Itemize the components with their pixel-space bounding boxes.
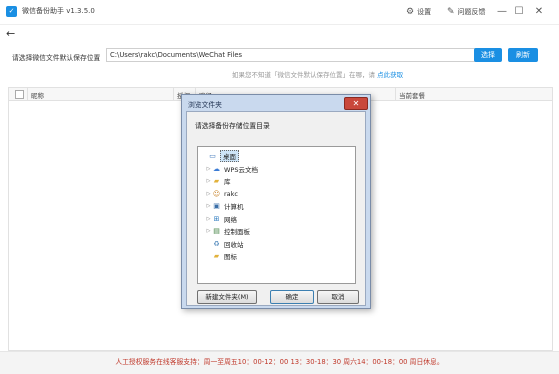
tree-item[interactable]: ▭ 桌面 [201,150,239,163]
hint-row: 如果您不知道「微信文件默认保存位置」在哪，请 点此获取 [232,69,403,79]
settings-label: 设置 [417,8,432,16]
close-button[interactable]: ✕ [531,4,547,20]
expand-arrow-icon[interactable]: ▷ [205,191,212,197]
app-title: 微信备份助手 v1.3.5.0 [22,7,95,15]
tree-item[interactable]: ▷ ▤ 控制面板 [205,225,250,238]
tree-item-label: 回收站 [224,240,244,249]
expand-arrow-icon[interactable]: ▷ [205,216,212,222]
tree-item[interactable]: ▷ ☁ WPS云文档 [205,163,258,176]
user-folder-icon: ☺ [212,189,221,198]
back-arrow-icon[interactable]: ← [6,27,15,40]
column-divider [395,88,396,100]
get-path-link[interactable]: 点此获取 [377,71,403,79]
ok-button[interactable]: 确定 [270,290,314,304]
column-divider [173,88,174,100]
choose-button[interactable]: 选择 [474,48,502,62]
feedback-button[interactable]: ✎ 问题反馈 [447,6,486,18]
control-panel-icon: ▤ [213,227,220,236]
gear-icon: ⚙ [406,7,415,17]
tree-item-label: rakc [224,189,238,198]
new-folder-button[interactable]: 新建文件夹(M) [197,290,257,304]
tree-item-label: 库 [224,178,231,187]
hint-text: 如果您不知道「微信文件默认保存位置」在哪，请 [232,71,375,79]
tree-item[interactable]: ▷ ▣ 计算机 [205,200,244,213]
recycle-bin-icon: ♻ [213,239,220,248]
tree-item[interactable]: ▷ ▰ 库 [205,175,231,188]
folder-icon: ▰ [213,252,220,261]
column-nickname[interactable]: 昵称 [31,90,44,100]
tree-item[interactable]: ▷ ☺ rakc [205,188,238,201]
dialog-close-button[interactable]: ✕ [344,97,368,110]
app-titlebar: ✓ 微信备份助手 v1.3.5.0 ⚙ 设置 ✎ 问题反馈 — ☐ ✕ [0,0,559,25]
column-divider [27,88,28,100]
tree-item[interactable]: ▷ ⊞ 网络 [205,213,237,226]
column-current-plan[interactable]: 当前套餐 [399,90,425,100]
footer-bar: 人工授权服务在线客服支持：周一至周五10：00-12：00 13：30-18：3… [0,351,559,374]
maximize-button[interactable]: ☐ [511,4,527,20]
dialog-prompt: 请选择备份存储位置目录 [195,122,270,130]
settings-button[interactable]: ⚙ 设置 [406,6,431,18]
feedback-icon: ✎ [447,7,455,17]
folder-tree[interactable]: ▭ 桌面 ▷ ☁ WPS云文档 ▷ ▰ 库 ▷ ☺ rakc ▷ ▣ 计算机 ▷ ⊞ 网络 ▷ ▤ 控制面板 ♻ 回收站 ▰… [197,146,356,284]
tree-item[interactable]: ♻ 回收站 [205,238,244,251]
select-all-checkbox[interactable] [15,90,24,99]
tree-item-label: 图标 [224,253,237,262]
network-icon: ⊞ [213,214,220,223]
dialog-body: 请选择备份存储位置目录 ▭ 桌面 ▷ ☁ WPS云文档 ▷ ▰ 库 ▷ ☺ rakc ▷ ▣ 计算机 ▷ ⊞ 网… [186,111,366,306]
tree-item-label: 计算机 [224,203,244,212]
tree-item[interactable]: ▰ 图标 [205,250,237,263]
tree-item-label: 网络 [224,215,237,224]
cancel-button[interactable]: 取消 [317,290,359,304]
app-logo-icon: ✓ [6,6,17,17]
expand-arrow-icon[interactable]: ▷ [205,166,212,172]
tree-item-label: 控制面板 [224,228,250,237]
tree-item-label: 桌面 [220,150,239,163]
refresh-button[interactable]: 刷新 [508,48,538,62]
library-folder-icon: ▰ [213,177,220,186]
browse-folder-dialog: 浏览文件夹 ✕ 请选择备份存储位置目录 ▭ 桌面 ▷ ☁ WPS云文档 ▷ ▰ 库 ▷ ☺ rakc… [181,94,371,309]
cloud-icon: ☁ [213,164,220,173]
dialog-title: 浏览文件夹 [188,101,222,109]
path-input[interactable]: C:\Users\rakc\Documents\WeChat Files [106,48,476,62]
tree-item-label: WPS云文档 [224,165,258,174]
expand-arrow-icon[interactable]: ▷ [205,228,212,234]
support-hours-text: 人工授权服务在线客服支持：周一至周五10：00-12：00 13：30-18：3… [115,358,444,366]
minimize-button[interactable]: — [494,4,510,20]
path-label: 请选择微信文件默认保存位置 [12,54,101,62]
expand-arrow-icon[interactable]: ▷ [205,203,212,209]
expand-arrow-icon[interactable]: ▷ [205,178,212,184]
desktop-icon: ▭ [209,152,216,161]
feedback-label: 问题反馈 [457,8,486,16]
computer-icon: ▣ [213,202,220,211]
